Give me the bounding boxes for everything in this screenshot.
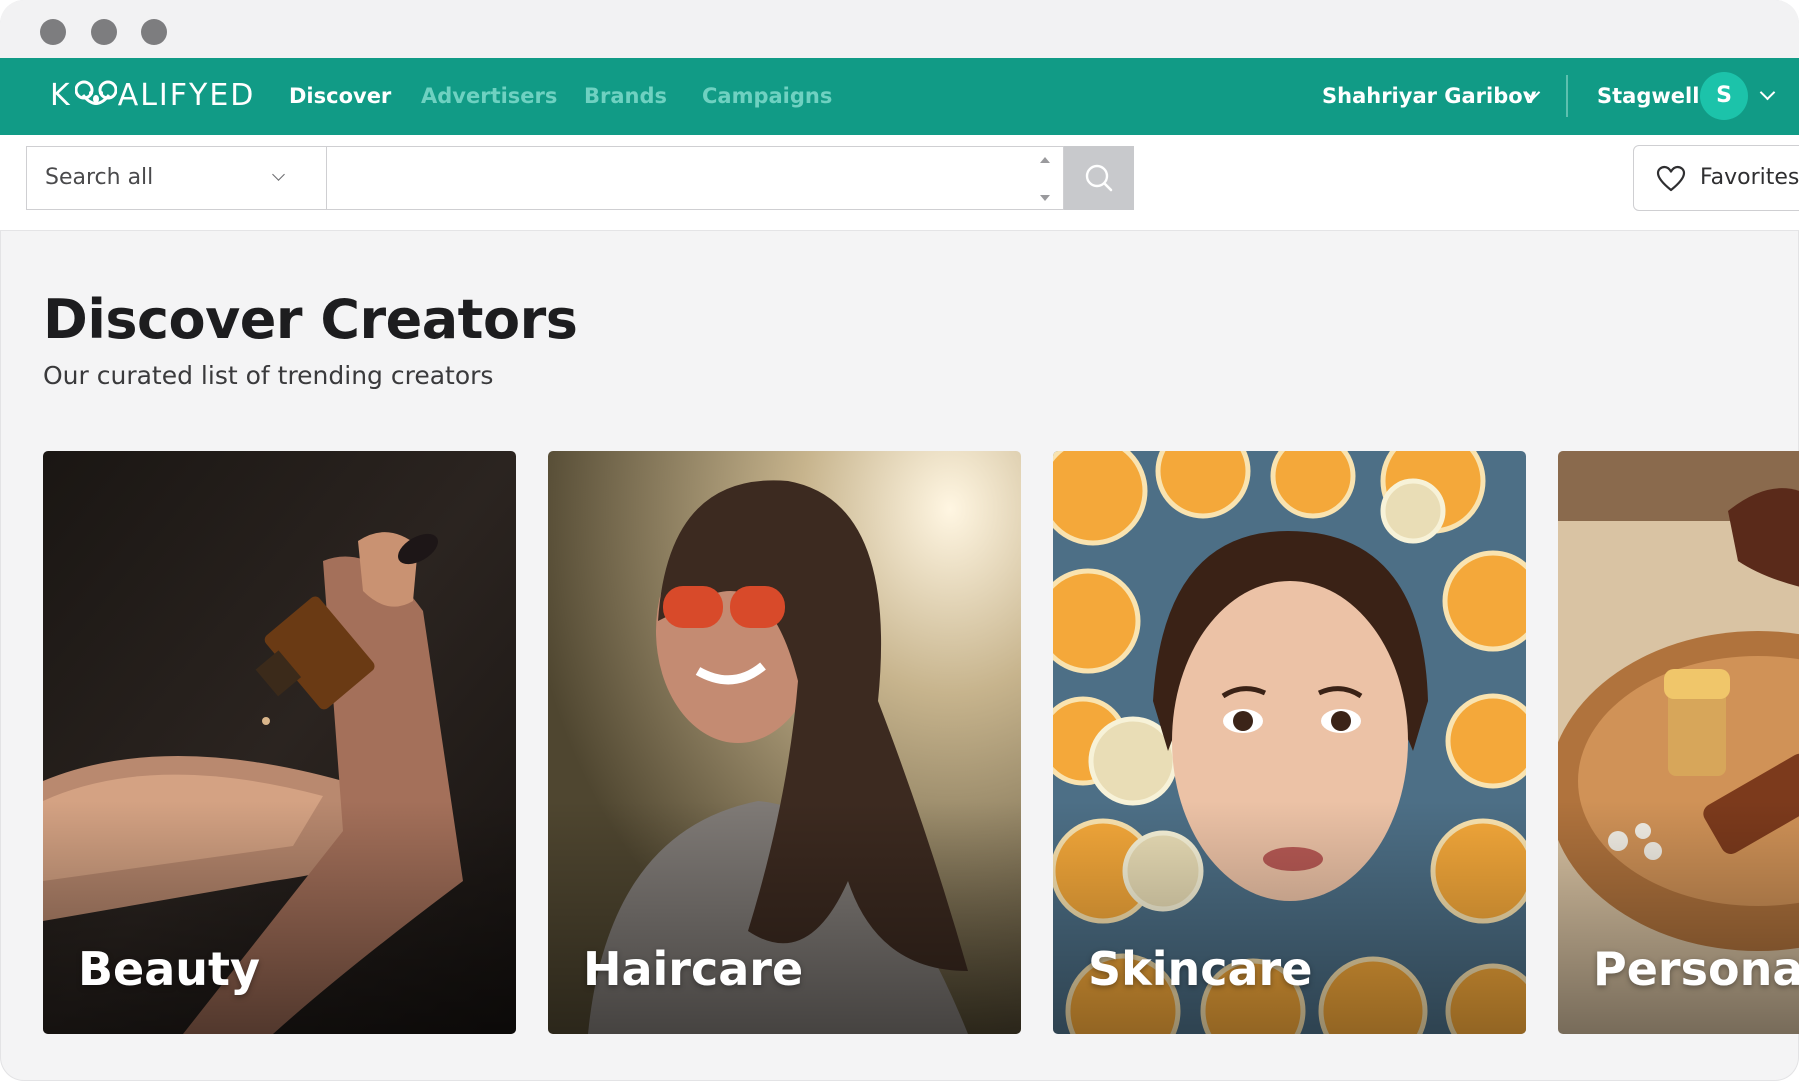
chevron-down-icon <box>272 168 285 181</box>
org-name: Stagwell <box>1597 84 1700 108</box>
nav-link-advertisers[interactable]: Advertisers <box>421 76 557 116</box>
window-titlebar <box>0 0 1799 58</box>
brand-logo[interactable]: K ALIFYED <box>50 74 255 118</box>
category-card-skincare[interactable]: Skincare <box>1053 451 1526 1034</box>
chevron-down-icon <box>1759 84 1776 101</box>
stepper-up-icon[interactable] <box>1040 157 1050 163</box>
window-maximize-button[interactable] <box>141 19 167 45</box>
koala-icon <box>74 80 117 105</box>
search-bar: Search all Favorites <box>0 135 1799 231</box>
top-navbar: K ALIFYED Discover Advertisers Brands Ca… <box>0 58 1799 135</box>
logo-text-end: ALIFYED <box>117 78 256 113</box>
favorites-label: Favorites <box>1700 165 1799 190</box>
heart-icon <box>1656 165 1686 192</box>
category-card-personal[interactable]: Personal <box>1558 451 1799 1034</box>
nav-link-discover[interactable]: Discover <box>289 76 391 116</box>
search-scope-select[interactable]: Search all <box>26 146 326 210</box>
category-card-haircare[interactable]: Haircare <box>548 451 1021 1034</box>
favorites-button[interactable]: Favorites <box>1633 145 1799 211</box>
window-close-button[interactable] <box>40 19 66 45</box>
category-label: Skincare <box>1088 942 1313 996</box>
search-scope-label: Search all <box>45 165 154 190</box>
nav-link-brands[interactable]: Brands <box>584 76 667 116</box>
page-subtitle: Our curated list of trending creators <box>43 361 494 390</box>
nav-link-campaigns[interactable]: Campaigns <box>702 76 832 116</box>
stepper-down-icon[interactable] <box>1040 195 1050 201</box>
search-icon <box>1085 164 1113 192</box>
window-minimize-button[interactable] <box>91 19 117 45</box>
search-button[interactable] <box>1064 146 1134 210</box>
page-title: Discover Creators <box>43 288 578 351</box>
browser-window: K ALIFYED Discover Advertisers Brands Ca… <box>0 0 1799 1081</box>
category-label: Haircare <box>583 942 804 996</box>
user-name: Shahriyar Garibov <box>1322 84 1537 108</box>
search-input[interactable] <box>326 146 1064 210</box>
avatar[interactable]: S <box>1700 72 1748 120</box>
logo-text-start: K <box>50 78 72 113</box>
nav-divider <box>1566 75 1568 117</box>
category-label: Beauty <box>78 942 261 996</box>
category-label: Personal <box>1593 942 1799 996</box>
category-card-beauty[interactable]: Beauty <box>43 451 516 1034</box>
